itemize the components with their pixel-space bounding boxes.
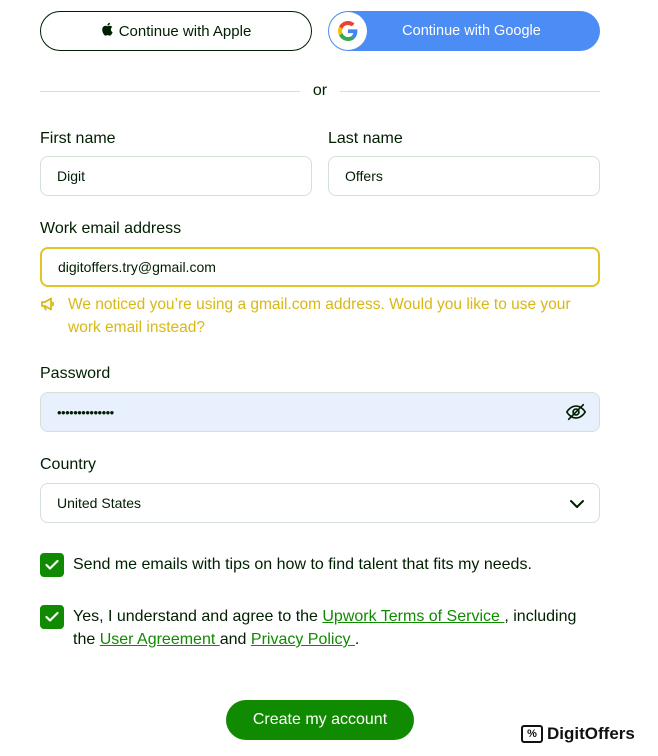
password-label: Password: [40, 365, 111, 382]
email-warning-text: We noticed you’re using a gmail.com addr…: [68, 296, 571, 336]
check-icon: [45, 559, 59, 570]
divider-line-right: [340, 91, 600, 92]
google-icon: [329, 12, 367, 50]
country-select[interactable]: United States: [40, 483, 600, 523]
digitoffers-watermark: % DigitOffers: [521, 724, 635, 744]
email-field[interactable]: [40, 247, 600, 287]
first-name-input[interactable]: [57, 168, 295, 184]
email-label: Work email address: [40, 220, 182, 237]
user-agreement-link[interactable]: User Agreement: [100, 631, 220, 648]
last-name-label: Last name: [328, 130, 403, 147]
sso-buttons: Continue with Apple Continue with Google: [40, 11, 600, 51]
apple-icon: [101, 22, 113, 40]
password-value[interactable]: ••••••••••••••: [57, 405, 114, 420]
country-selected-value: United States: [57, 495, 142, 511]
terms-checkbox[interactable]: [40, 605, 64, 629]
privacy-policy-link[interactable]: Privacy Policy: [251, 631, 355, 648]
tips-checkbox[interactable]: [40, 553, 64, 577]
terms-text-and: and: [219, 631, 251, 648]
continue-with-apple-button[interactable]: Continue with Apple: [40, 11, 312, 51]
megaphone-icon: [40, 296, 56, 339]
terms-text-before: Yes, I understand and agree to the: [73, 608, 323, 625]
last-name-input[interactable]: [345, 168, 583, 184]
eye-off-icon[interactable]: [565, 401, 587, 426]
percent-tag-icon: %: [521, 725, 543, 743]
email-input[interactable]: [58, 259, 582, 275]
terms-text-end: .: [354, 631, 360, 648]
tips-checkbox-label: Send me emails with tips on how to find …: [73, 556, 532, 573]
chevron-down-icon: [569, 497, 585, 513]
check-icon: [45, 611, 59, 622]
watermark-text: DigitOffers: [547, 724, 635, 743]
password-field[interactable]: ••••••••••••••: [40, 392, 600, 432]
first-name-field[interactable]: [40, 156, 312, 196]
email-warning: We noticed you’re using a gmail.com addr…: [40, 293, 600, 339]
create-account-button[interactable]: Create my account: [226, 700, 414, 740]
country-label: Country: [40, 456, 97, 473]
first-name-label: First name: [40, 130, 116, 147]
terms-checkbox-row: Yes, I understand and agree to the Upwor…: [40, 605, 600, 651]
terms-of-service-link[interactable]: Upwork Terms of Service: [322, 608, 504, 625]
continue-with-google-button[interactable]: Continue with Google: [328, 11, 600, 51]
or-divider: or: [40, 82, 600, 100]
google-button-label: Continue with Google: [402, 23, 541, 39]
terms-checkbox-label: Yes, I understand and agree to the Upwor…: [73, 605, 600, 651]
last-name-field[interactable]: [328, 156, 600, 196]
tips-checkbox-row: Send me emails with tips on how to find …: [40, 553, 600, 577]
apple-button-label: Continue with Apple: [118, 22, 252, 40]
